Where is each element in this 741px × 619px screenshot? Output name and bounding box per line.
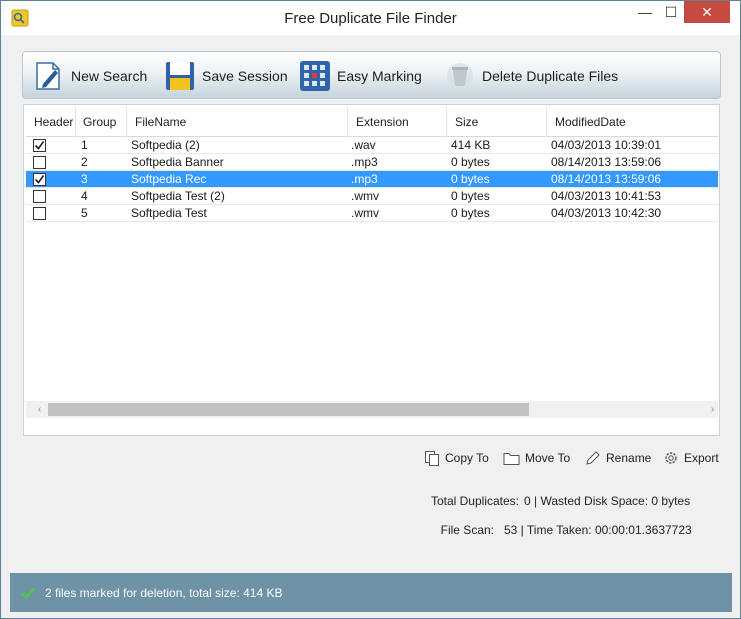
toolbar: New Search Save Session Easy Marking Del…	[22, 51, 721, 99]
cell-extension: .mp3	[351, 172, 378, 186]
cell-size: 0 bytes	[451, 206, 490, 220]
easy-marking-button[interactable]: Easy Marking	[299, 59, 422, 93]
pencil-icon	[586, 451, 600, 465]
cell-filename: Softpedia (2)	[131, 138, 200, 152]
maximize-button[interactable]: ☐	[658, 1, 684, 23]
row-checkbox[interactable]	[33, 190, 46, 203]
status-bar: 2 files marked for deletion, total size:…	[10, 573, 732, 612]
new-search-icon	[36, 62, 60, 90]
horizontal-scrollbar[interactable]: ‹ ›	[26, 401, 718, 418]
save-session-label: Save Session	[202, 68, 288, 84]
cell-filename: Softpedia Test	[131, 206, 207, 220]
cell-modified: 04/03/2013 10:39:01	[551, 138, 662, 152]
cell-filename: Softpedia Rec	[131, 172, 207, 186]
cell-modified: 08/14/2013 13:59:06	[551, 172, 662, 186]
gear-icon	[665, 452, 677, 464]
column-modified-date[interactable]: ModifiedDate	[547, 107, 718, 137]
checkmark-icon	[34, 141, 45, 150]
scroll-left-icon[interactable]: ‹	[31, 401, 48, 418]
column-filename[interactable]: FileName	[127, 107, 348, 137]
table-row[interactable]: 4 Softpedia Test (2) .wmv 0 bytes 04/03/…	[26, 188, 718, 205]
row-checkbox[interactable]	[33, 207, 46, 220]
delete-icon	[447, 63, 473, 89]
copy-icon	[425, 451, 439, 466]
easy-marking-label: Easy Marking	[337, 68, 422, 84]
cell-size: 0 bytes	[451, 172, 490, 186]
cell-filename: Softpedia Banner	[131, 155, 224, 169]
delete-duplicates-label: Delete Duplicate Files	[482, 68, 619, 84]
row-checkbox[interactable]	[33, 173, 46, 186]
cell-group: 4	[81, 189, 88, 203]
cell-extension: .mp3	[351, 155, 378, 169]
folder-icon	[503, 452, 520, 465]
table-row[interactable]: 2 Softpedia Banner .mp3 0 bytes 08/14/20…	[26, 154, 718, 171]
copy-to-button[interactable]: Copy To	[424, 449, 489, 467]
easy-marking-icon	[300, 61, 330, 91]
scroll-thumb[interactable]	[48, 403, 529, 416]
save-session-button[interactable]: Save Session	[164, 59, 288, 93]
minimize-button[interactable]: —	[632, 1, 658, 23]
cell-size: 0 bytes	[451, 189, 490, 203]
app-window: Free Duplicate File Finder — ☐ ✕ New Sea…	[0, 0, 741, 619]
row-checkbox[interactable]	[33, 139, 46, 152]
table-row[interactable]: 5 Softpedia Test .wmv 0 bytes 04/03/2013…	[26, 205, 718, 222]
move-to-label: Move To	[525, 451, 571, 465]
cell-modified: 08/14/2013 13:59:06	[551, 155, 662, 169]
export-button[interactable]: Export	[663, 449, 719, 467]
rename-label: Rename	[606, 451, 652, 465]
total-duplicates-label: Total Duplicates:	[430, 494, 519, 508]
check-icon	[21, 587, 35, 599]
cell-group: 3	[81, 172, 88, 186]
column-size[interactable]: Size	[447, 107, 547, 137]
export-label: Export	[684, 451, 719, 465]
cell-extension: .wav	[351, 138, 376, 152]
cell-modified: 04/03/2013 10:41:53	[551, 189, 662, 203]
new-search-label: New Search	[71, 68, 148, 84]
cell-group: 2	[81, 155, 88, 169]
file-scan-label: File Scan:	[440, 523, 494, 537]
scroll-right-icon[interactable]: ›	[704, 401, 721, 418]
delete-duplicates-button[interactable]: Delete Duplicate Files	[444, 59, 618, 93]
close-button[interactable]: ✕	[684, 1, 730, 23]
table-row-selected[interactable]: 3 Softpedia Rec .mp3 0 bytes 08/14/2013 …	[26, 171, 718, 188]
column-group[interactable]: Group	[76, 107, 127, 137]
copy-to-label: Copy To	[445, 451, 489, 465]
cell-size: 0 bytes	[451, 155, 490, 169]
grid-header: Header Group FileName Extension Size Mod…	[26, 107, 718, 137]
duplicates-grid[interactable]: Header Group FileName Extension Size Mod…	[23, 104, 720, 436]
table-row[interactable]: 1 Softpedia (2) .wav 414 KB 04/03/2013 1…	[26, 137, 718, 154]
cell-modified: 04/03/2013 10:42:30	[551, 206, 662, 220]
rename-button[interactable]: Rename	[585, 449, 651, 467]
file-scan-value: 53 | Time Taken: 00:00:01.3637723	[504, 523, 692, 537]
cell-extension: .wmv	[351, 206, 379, 220]
new-search-button[interactable]: New Search	[33, 59, 147, 93]
cell-filename: Softpedia Test (2)	[131, 189, 225, 203]
column-extension[interactable]: Extension	[348, 107, 447, 137]
title-bar: Free Duplicate File Finder — ☐ ✕	[1, 1, 740, 35]
total-duplicates-value: 0 | Wasted Disk Space: 0 bytes	[524, 494, 691, 508]
window-title: Free Duplicate File Finder	[284, 10, 457, 27]
status-text: 2 files marked for deletion, total size:…	[45, 585, 283, 600]
cell-size: 414 KB	[451, 138, 491, 152]
save-session-icon	[166, 62, 194, 90]
move-to-button[interactable]: Move To	[503, 449, 570, 467]
cell-extension: .wmv	[351, 189, 379, 203]
cell-group: 1	[81, 138, 88, 152]
row-checkbox[interactable]	[33, 156, 46, 169]
column-header[interactable]: Header	[26, 107, 76, 137]
checkmark-icon	[34, 175, 45, 184]
cell-group: 5	[81, 206, 88, 220]
